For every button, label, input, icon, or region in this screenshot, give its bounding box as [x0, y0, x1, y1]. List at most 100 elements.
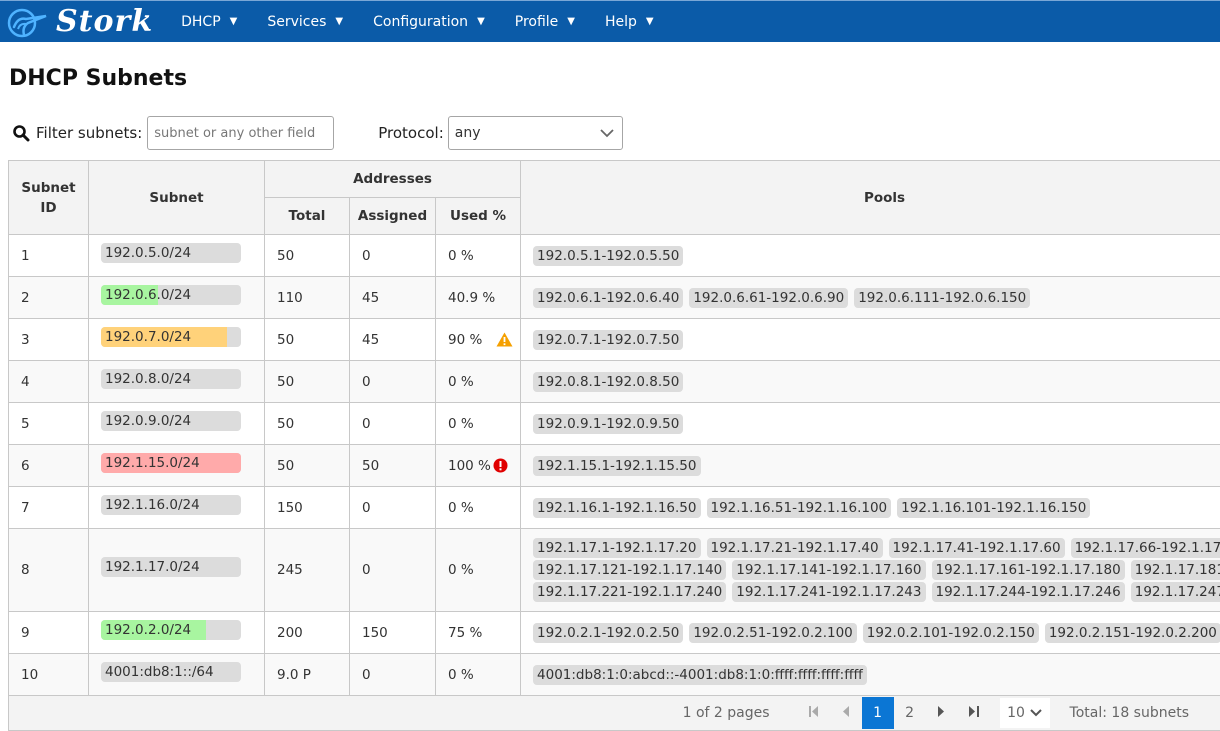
subnet-utilization-bar[interactable]: 192.0.5.0/24 — [101, 242, 241, 263]
total-cell: 50 — [264, 444, 350, 487]
subnet-row: 8 192.1.17.0/24 245 0 0 % 192.1.17.1-192.1.17… — [8, 528, 1220, 612]
nav-menu-help[interactable]: Help ▼ — [605, 14, 654, 30]
nav-menu-services[interactable]: Services ▼ — [267, 14, 343, 30]
used-cell: 0 % — [434, 360, 522, 403]
col-header-assigned[interactable]: Assigned — [349, 197, 436, 235]
pool-badge: 192.0.7.1-192.0.7.50 — [533, 329, 684, 350]
pools-line: 192.0.7.1-192.0.7.50 — [533, 329, 1220, 350]
pool-badge: 192.0.2.151-192.0.2.200 — [1044, 622, 1220, 643]
error-icon — [493, 458, 508, 473]
subnet-prefix: 192.0.7.0/24 — [105, 328, 192, 345]
subnet-cell: 192.0.7.0/24 — [88, 318, 265, 361]
pools-cell: 192.0.5.1-192.0.5.50 — [520, 234, 1220, 277]
col-header-used[interactable]: Used % — [434, 197, 522, 235]
assigned-cell: 45 — [349, 276, 436, 319]
col-header-subnet-id[interactable]: Subnet ID — [8, 160, 89, 235]
nav-menu-configuration[interactable]: Configuration ▼ — [373, 14, 485, 30]
nav-label: Services — [267, 13, 327, 30]
rows-per-page-value: 10 — [1007, 705, 1025, 721]
pool-badge: 192.0.2.101-192.0.2.150 — [862, 622, 1039, 643]
used-percent: 40.9 % — [448, 289, 496, 306]
total-cell: 200 — [264, 611, 350, 654]
used-cell: 0 % — [434, 234, 522, 277]
total-cell: 150 — [264, 486, 350, 529]
nav-menu-profile[interactable]: Profile ▼ — [515, 14, 575, 30]
pools-cell: 192.0.8.1-192.0.8.50 — [520, 360, 1220, 403]
subnet-row: 6 192.1.15.0/24 50 50 100 % 192.1.15.1-192.1.… — [8, 444, 1220, 487]
subnet-prefix: 4001:db8:1::/64 — [105, 663, 214, 680]
pool-badge: 4001:db8:1:0:abcd::-4001:db8:1:0:ffff:ff… — [533, 664, 867, 685]
page-button-2[interactable]: 2 — [894, 697, 926, 729]
subnet-cell: 192.0.2.0/24 — [88, 611, 265, 654]
pool-badge: 192.1.17.161-192.1.17.180 — [931, 560, 1125, 580]
total-cell: 50 — [264, 402, 350, 445]
pool-badge: 192.0.6.61-192.0.6.90 — [689, 287, 849, 308]
subnet-utilization-bar[interactable]: 192.0.9.0/24 — [101, 410, 241, 431]
filter-subnets-input[interactable] — [147, 116, 335, 150]
first-page-button[interactable] — [798, 706, 830, 720]
subnet-cell: 192.1.16.0/24 — [88, 486, 265, 529]
subnet-utilization-bar[interactable]: 192.0.8.0/24 — [101, 368, 241, 389]
subnet-utilization-bar[interactable]: 4001:db8:1::/64 — [101, 661, 241, 682]
page-report: 1 of 2 pages — [682, 705, 770, 721]
filter-bar: Filter subnets: Protocol: any — [12, 116, 623, 150]
assigned-cell: 150 — [349, 611, 436, 654]
used-percent: 0 % — [448, 666, 474, 683]
subnet-utilization-bar[interactable]: 192.1.17.0/24 — [101, 557, 241, 577]
used-percent: 0 % — [448, 373, 474, 390]
total-cell: 50 — [264, 234, 350, 277]
nav-label: Configuration — [373, 13, 469, 30]
pool-badge: 192.1.17.21-192.1.17.40 — [706, 538, 883, 558]
pool-badge: 192.0.2.1-192.0.2.50 — [533, 622, 684, 643]
last-page-button[interactable] — [958, 706, 990, 720]
subnets-table-container: Subnet ID Subnet Addresses Pools Total A… — [7, 160, 1220, 731]
subnet-row: 7 192.1.16.0/24 150 0 0 % 192.1.16.1-192.1.16… — [8, 486, 1220, 529]
last-page-icon — [968, 706, 979, 717]
subnet-id-cell: 9 — [8, 611, 89, 654]
pool-badge: 192.1.17.241-192.1.17.243 — [732, 582, 926, 602]
subnet-utilization-bar[interactable]: 192.1.15.0/24 — [101, 452, 241, 473]
total-cell: 50 — [264, 360, 350, 403]
subnet-prefix: 192.0.5.0/24 — [105, 244, 192, 261]
subnet-prefix: 192.1.15.0/24 — [105, 454, 200, 471]
col-header-subnet[interactable]: Subnet — [88, 160, 265, 235]
subnet-utilization-bar[interactable]: 192.0.7.0/24 — [101, 326, 241, 347]
col-header-addresses: Addresses — [263, 160, 522, 198]
nav-menu-dhcp[interactable]: DHCP ▼ — [181, 14, 237, 30]
pool-badge: 192.1.17.181-192.1.1 — [1130, 560, 1220, 580]
subnet-utilization-bar[interactable]: 192.0.6.0/24 — [101, 284, 241, 305]
used-cell: 0 % — [434, 528, 522, 612]
search-icon — [13, 125, 30, 142]
prev-page-button[interactable] — [830, 706, 862, 720]
subnet-prefix: 192.0.6.0/24 — [105, 286, 192, 303]
pools-cell: 192.0.6.1-192.0.6.40 192.0.6.61-192.0.6.9… — [520, 276, 1220, 319]
pools-line: 192.0.6.1-192.0.6.40 192.0.6.61-192.0.6.9… — [533, 287, 1220, 308]
subnet-utilization-bar[interactable]: 192.0.2.0/24 — [101, 619, 241, 640]
rows-per-page-select[interactable]: 10 — [999, 698, 1050, 728]
pools-line: 192.0.8.1-192.0.8.50 — [533, 371, 1220, 392]
next-page-button[interactable] — [926, 706, 958, 720]
subnet-prefix: 192.0.8.0/24 — [105, 370, 192, 387]
used-cell: 75 % — [434, 611, 522, 654]
assigned-cell: 0 — [349, 653, 436, 696]
next-page-icon — [938, 706, 945, 717]
col-header-total[interactable]: Total — [264, 197, 350, 235]
assigned-cell: 0 — [349, 360, 436, 403]
assigned-cell: 0 — [349, 528, 436, 612]
subnet-row: 4 192.0.8.0/24 50 0 0 % 192.0.8.1-192.0.8.50 — [8, 360, 1220, 403]
pool-badge: 192.0.6.111-192.0.6.150 — [854, 287, 1031, 308]
subnet-row: 2 192.0.6.0/24 110 45 40.9 % 192.0.6.1-192.0.… — [8, 276, 1220, 319]
subnet-id-cell: 7 — [8, 486, 89, 529]
pool-badge: 192.1.17.244-192.1.17.246 — [931, 582, 1125, 602]
used-cell: 0 % — [434, 402, 522, 445]
subnet-id-cell: 5 — [8, 402, 89, 445]
stork-logo[interactable]: Stork — [4, 4, 153, 39]
protocol-select[interactable]: any — [447, 116, 623, 150]
caret-down-icon: ▼ — [477, 16, 485, 27]
page-button-1[interactable]: 1 — [861, 697, 894, 729]
caret-down-icon: ▼ — [335, 16, 344, 27]
subnet-utilization-bar[interactable]: 192.1.16.0/24 — [101, 494, 241, 515]
caret-down-icon: ▼ — [645, 16, 654, 27]
app-name: Stork — [56, 4, 154, 39]
pools-line: 192.1.15.1-192.1.15.50 — [533, 455, 1220, 476]
